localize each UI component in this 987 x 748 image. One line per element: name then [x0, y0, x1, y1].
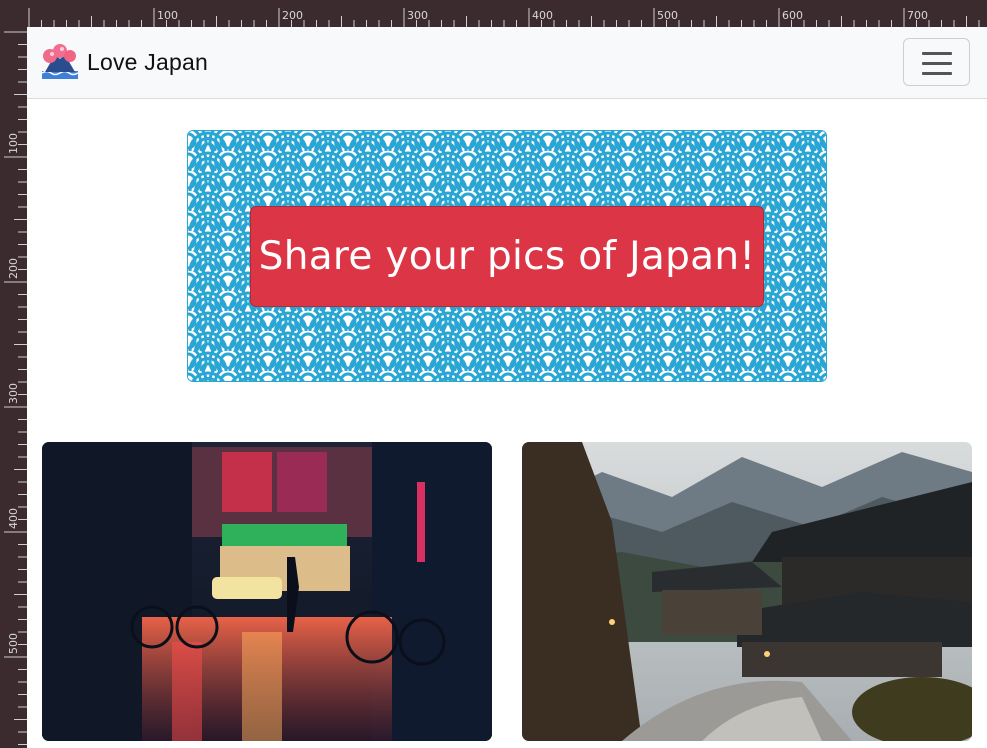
rainy-night-street-photo — [42, 442, 492, 741]
ruler-label: 300 — [7, 383, 20, 404]
ruler-label: 400 — [532, 9, 553, 22]
share-pics-button[interactable]: Share your pics of Japan! — [250, 206, 764, 307]
hamburger-icon-bar — [922, 62, 952, 65]
navbar: Love Japan — [27, 27, 987, 99]
ruler-label: 200 — [282, 9, 303, 22]
hamburger-icon — [922, 52, 952, 55]
gallery-card-mountain-village[interactable] — [522, 442, 972, 741]
ruler-label: 100 — [157, 9, 178, 22]
ruler-label: 100 — [7, 133, 20, 154]
ruler-label: 600 — [782, 9, 803, 22]
mountain-village-photo — [522, 442, 972, 741]
ruler-left: 100 200 300 400 500 — [0, 27, 27, 748]
ruler-top: 100 200 300 400 500 600 700 — [0, 0, 987, 27]
ruler-label: 500 — [657, 9, 678, 22]
ruler-label: 700 — [907, 9, 928, 22]
ruler-label: 500 — [7, 633, 20, 654]
gallery-card-night-street[interactable] — [42, 442, 492, 741]
brand-title: Love Japan — [87, 48, 208, 75]
hamburger-icon-bar — [922, 72, 952, 75]
page-viewport: Love Japan Share your pics of Japan! — [27, 27, 987, 748]
ruler-label: 300 — [407, 9, 428, 22]
mount-fuji-icon — [41, 44, 79, 79]
brand-link[interactable]: Love Japan — [41, 44, 208, 80]
ruler-label: 400 — [7, 508, 20, 529]
menu-toggle-button[interactable] — [903, 38, 970, 86]
ruler-label: 200 — [7, 258, 20, 279]
